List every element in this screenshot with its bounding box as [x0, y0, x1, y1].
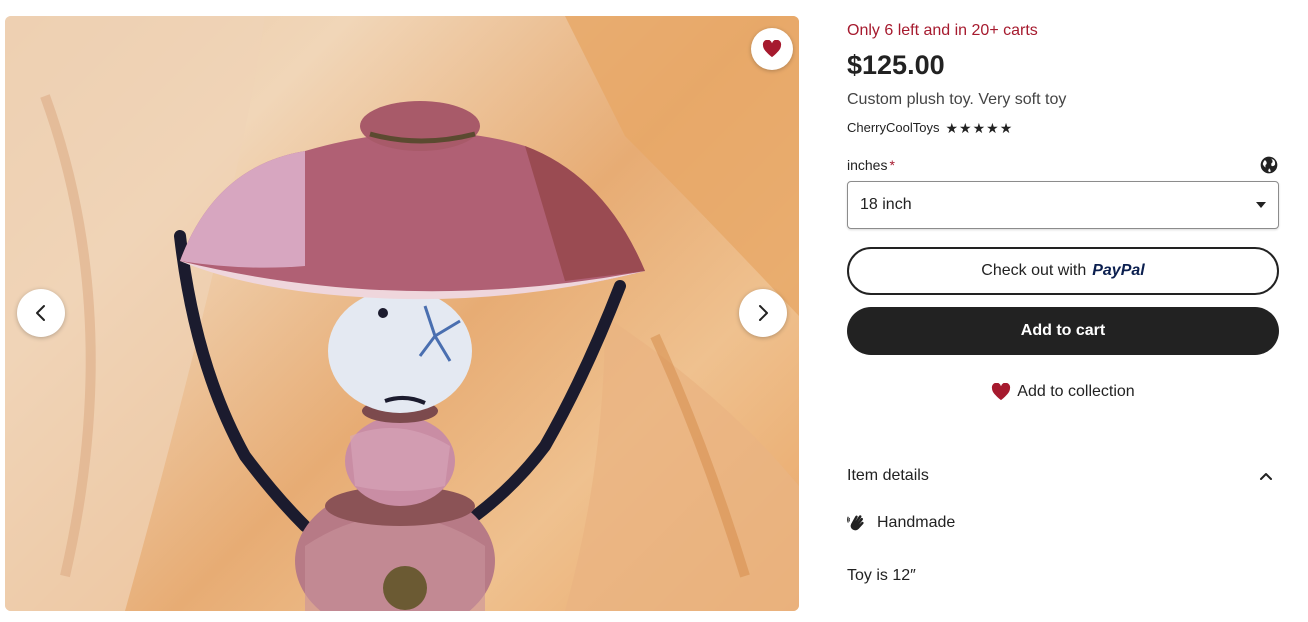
listing-photo: [5, 16, 799, 611]
paypal-prefix-text: Check out with: [981, 262, 1087, 279]
add-to-collection-button[interactable]: Add to collection: [847, 378, 1279, 406]
star-icon: ★: [999, 119, 1013, 136]
scarcity-message: Only 6 left and in 20+ carts: [847, 22, 1038, 39]
listing-title: Custom plush toy. Very soft toy: [847, 91, 1067, 108]
size-select[interactable]: 18 inch: [847, 181, 1279, 229]
star-rating[interactable]: ★ ★ ★ ★ ★: [945, 121, 1012, 135]
item-description: Toy is 12″: [847, 567, 916, 584]
item-details-toggle[interactable]: Item details: [847, 462, 1279, 490]
heart-icon: [992, 383, 1011, 401]
star-icon: ★: [986, 119, 999, 136]
heart-icon: [762, 40, 782, 58]
paypal-checkout-button[interactable]: Check out with PayPal: [847, 247, 1279, 295]
star-icon: ★: [945, 119, 959, 136]
star-icon: ★: [972, 119, 986, 136]
globe-icon[interactable]: [1259, 155, 1279, 175]
star-icon: ★: [959, 119, 972, 136]
shop-row: CherryCoolToys ★ ★ ★ ★ ★: [847, 120, 1012, 135]
listing-image-gallery[interactable]: [5, 16, 799, 611]
handmade-row: Handmade: [847, 513, 955, 533]
handmade-label: Handmade: [877, 514, 956, 531]
item-details-title: Item details: [847, 467, 929, 484]
shop-name-link[interactable]: CherryCoolToys: [847, 120, 939, 135]
paypal-logo: PayPal: [1092, 262, 1145, 279]
size-select-value: 18 inch: [860, 196, 912, 213]
required-marker: *: [889, 157, 895, 173]
chevron-left-icon: [36, 305, 45, 321]
favorite-button[interactable]: [751, 28, 793, 70]
waving-hand-icon: [847, 515, 864, 531]
next-image-button[interactable]: [739, 289, 787, 337]
chevron-right-icon: [759, 305, 768, 321]
add-to-collection-label: Add to collection: [1017, 383, 1135, 400]
previous-image-button[interactable]: [17, 289, 65, 337]
price: $125.00: [847, 50, 945, 80]
variation-label: inches *: [847, 157, 895, 173]
variation-label-text: inches: [847, 157, 888, 173]
caret-down-icon: [1256, 202, 1266, 208]
add-to-cart-button[interactable]: Add to cart: [847, 307, 1279, 355]
chevron-up-icon: [1260, 473, 1272, 480]
